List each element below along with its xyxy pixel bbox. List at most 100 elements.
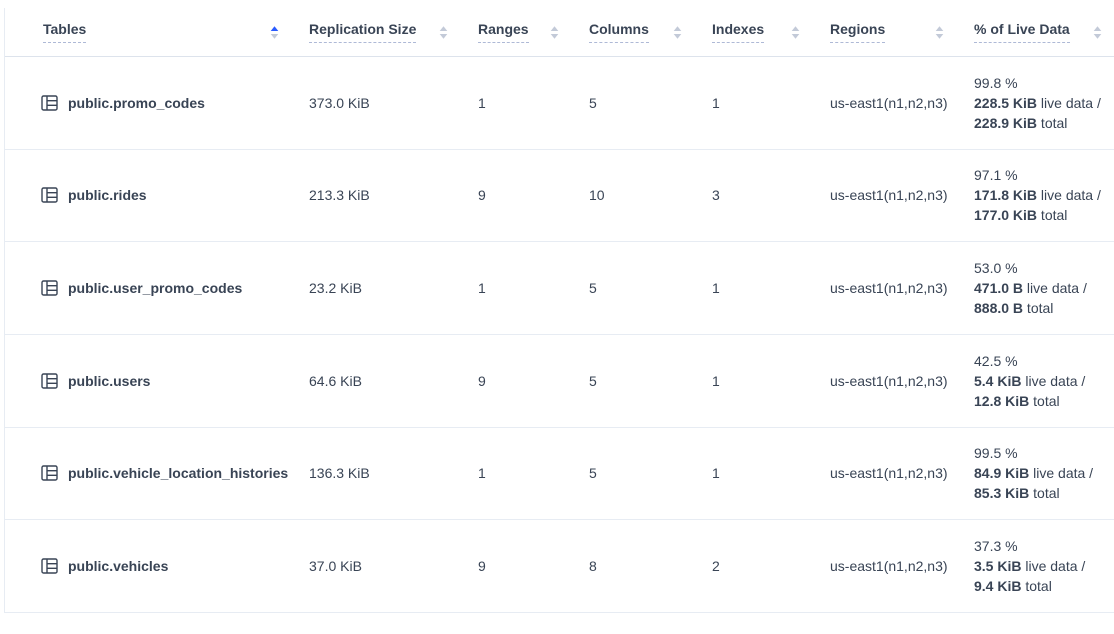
replication-size-cell: 37.0 KiB [301, 556, 470, 576]
table-row: public.vehicles 37.0 KiB 9 8 2 us-east1(… [5, 520, 1114, 613]
column-header-regions[interactable]: Regions [822, 21, 966, 43]
sort-icon[interactable] [550, 25, 559, 40]
regions-cell: us-east1(n1,n2,n3) [822, 463, 966, 483]
columns-cell: 5 [581, 371, 704, 391]
columns-cell: 5 [581, 278, 704, 298]
table-name-cell[interactable]: public.promo_codes [25, 93, 301, 113]
table-header-row: Tables Replication Size Ranges Columns I… [5, 8, 1114, 57]
table-name-cell[interactable]: public.vehicle_location_histories [25, 463, 301, 483]
replication-size-cell: 64.6 KiB [301, 371, 470, 391]
total-data-amount: 228.9 KiB total [974, 113, 1114, 133]
columns-cell: 8 [581, 556, 704, 576]
table-icon [41, 95, 58, 111]
live-data-amount: 228.5 KiB live data / [974, 93, 1114, 113]
total-data-amount: 888.0 B total [974, 298, 1114, 318]
table-name-link[interactable]: public.vehicle_location_histories [68, 463, 288, 483]
live-data-amount: 5.4 KiB live data / [974, 371, 1114, 391]
table-row: public.rides 213.3 KiB 9 10 3 us-east1(n… [5, 150, 1114, 243]
live-data-amount: 171.8 KiB live data / [974, 185, 1114, 205]
live-data-cell: 97.1 % 171.8 KiB live data / 177.0 KiB t… [966, 165, 1114, 225]
live-data-amount: 471.0 B live data / [974, 278, 1114, 298]
indexes-cell: 1 [704, 278, 822, 298]
live-data-percent: 99.5 % [974, 443, 1114, 463]
column-header-indexes[interactable]: Indexes [704, 21, 822, 43]
live-data-percent: 53.0 % [974, 258, 1114, 278]
sort-icon[interactable] [791, 25, 800, 40]
live-data-cell: 99.5 % 84.9 KiB live data / 85.3 KiB tot… [966, 443, 1114, 503]
replication-size-cell: 23.2 KiB [301, 278, 470, 298]
column-header-label: Replication Size [309, 21, 416, 43]
indexes-cell: 1 [704, 463, 822, 483]
table-row: public.promo_codes 373.0 KiB 1 5 1 us-ea… [5, 57, 1114, 150]
column-header-ranges[interactable]: Ranges [470, 21, 581, 43]
regions-cell: us-east1(n1,n2,n3) [822, 278, 966, 298]
live-data-cell: 37.3 % 3.5 KiB live data / 9.4 KiB total [966, 536, 1114, 596]
sort-icon[interactable] [935, 25, 944, 40]
live-data-amount: 3.5 KiB live data / [974, 556, 1114, 576]
column-header-label: Ranges [478, 21, 529, 43]
tables-table: Tables Replication Size Ranges Columns I… [4, 8, 1114, 613]
regions-cell: us-east1(n1,n2,n3) [822, 93, 966, 113]
table-row: public.user_promo_codes 23.2 KiB 1 5 1 u… [5, 242, 1114, 335]
live-data-amount: 84.9 KiB live data / [974, 463, 1114, 483]
table-name-link[interactable]: public.users [68, 371, 150, 391]
sort-icon[interactable] [673, 25, 682, 40]
table-name-cell[interactable]: public.vehicles [25, 556, 301, 576]
indexes-cell: 3 [704, 185, 822, 205]
sort-icon[interactable] [270, 25, 279, 40]
table-row: public.vehicle_location_histories 136.3 … [5, 428, 1114, 521]
indexes-cell: 2 [704, 556, 822, 576]
column-header-label: Columns [589, 21, 649, 43]
column-header-label: Tables [43, 21, 86, 43]
live-data-percent: 99.8 % [974, 73, 1114, 93]
column-header-label: Regions [830, 21, 885, 43]
column-header-tables[interactable]: Tables [25, 21, 301, 43]
table-icon [41, 558, 58, 574]
replication-size-cell: 373.0 KiB [301, 93, 470, 113]
table-icon [41, 373, 58, 389]
indexes-cell: 1 [704, 371, 822, 391]
live-data-percent: 97.1 % [974, 165, 1114, 185]
live-data-cell: 42.5 % 5.4 KiB live data / 12.8 KiB tota… [966, 351, 1114, 411]
regions-cell: us-east1(n1,n2,n3) [822, 371, 966, 391]
total-data-amount: 9.4 KiB total [974, 576, 1114, 596]
total-data-amount: 12.8 KiB total [974, 391, 1114, 411]
columns-cell: 5 [581, 463, 704, 483]
live-data-cell: 53.0 % 471.0 B live data / 888.0 B total [966, 258, 1114, 318]
table-icon [41, 465, 58, 481]
sort-icon[interactable] [439, 25, 448, 40]
live-data-percent: 42.5 % [974, 351, 1114, 371]
total-data-amount: 177.0 KiB total [974, 205, 1114, 225]
ranges-cell: 1 [470, 93, 581, 113]
live-data-cell: 99.8 % 228.5 KiB live data / 228.9 KiB t… [966, 73, 1114, 133]
table-name-cell[interactable]: public.user_promo_codes [25, 278, 301, 298]
table-row: public.users 64.6 KiB 9 5 1 us-east1(n1,… [5, 335, 1114, 428]
column-header-live-data[interactable]: % of Live Data [966, 21, 1114, 43]
ranges-cell: 9 [470, 185, 581, 205]
table-name-cell[interactable]: public.rides [25, 185, 301, 205]
column-header-columns[interactable]: Columns [581, 21, 704, 43]
ranges-cell: 1 [470, 278, 581, 298]
table-name-link[interactable]: public.rides [68, 185, 147, 205]
table-name-link[interactable]: public.user_promo_codes [68, 278, 242, 298]
column-header-label: % of Live Data [974, 21, 1070, 43]
table-name-cell[interactable]: public.users [25, 371, 301, 391]
live-data-percent: 37.3 % [974, 536, 1114, 556]
table-icon [41, 187, 58, 203]
columns-cell: 5 [581, 93, 704, 113]
column-header-replication-size[interactable]: Replication Size [301, 21, 470, 43]
column-header-label: Indexes [712, 21, 764, 43]
sort-icon[interactable] [1093, 25, 1102, 40]
replication-size-cell: 136.3 KiB [301, 463, 470, 483]
regions-cell: us-east1(n1,n2,n3) [822, 185, 966, 205]
table-icon [41, 280, 58, 296]
replication-size-cell: 213.3 KiB [301, 185, 470, 205]
table-name-link[interactable]: public.vehicles [68, 556, 168, 576]
table-name-link[interactable]: public.promo_codes [68, 93, 205, 113]
ranges-cell: 9 [470, 371, 581, 391]
total-data-amount: 85.3 KiB total [974, 483, 1114, 503]
columns-cell: 10 [581, 185, 704, 205]
ranges-cell: 1 [470, 463, 581, 483]
indexes-cell: 1 [704, 93, 822, 113]
ranges-cell: 9 [470, 556, 581, 576]
